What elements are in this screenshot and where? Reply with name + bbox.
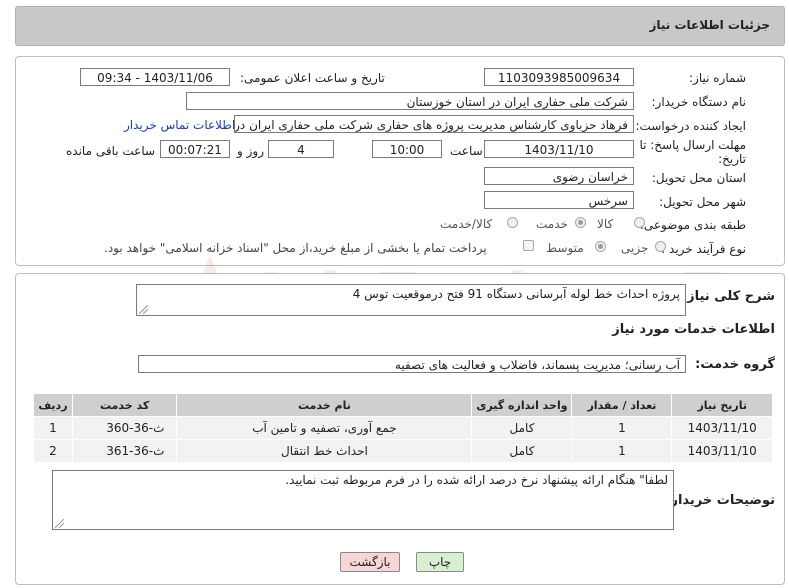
table-header-row: تاریخ نیاز تعداد / مقدار واحد اندازه گیر… <box>33 393 773 417</box>
process-option-minor: جزیی <box>621 241 649 255</box>
services-section-title: اطلاعات خدمات مورد نیاز <box>612 322 775 337</box>
category-option-service: خدمت <box>536 217 568 231</box>
city-field: سرخس <box>484 191 634 209</box>
buyer-org-label: نام دستگاه خریدار: <box>651 95 747 109</box>
col-service-code: کد خدمت <box>71 393 178 417</box>
category-option-goods-service: کالا/خدمت <box>440 217 493 231</box>
announce-datetime-label: تاریخ و ساعت اعلان عمومی: <box>240 71 385 85</box>
deadline-date-field: 1403/11/10 <box>484 140 634 158</box>
cell-service-code: ث-36-361 <box>71 439 178 463</box>
deadline-label-line2: تاریخ: <box>718 152 746 166</box>
col-unit: واحد اندازه گیری <box>471 393 573 417</box>
resize-grip-icon[interactable] <box>55 519 64 528</box>
table-row: 1403/11/10 1 کامل احداث خط انتقال ث-36-3… <box>33 439 773 463</box>
service-group-field: آب رسانی؛ مدیریت پسماند، فاضلاب و فعالیت… <box>138 355 686 373</box>
treasury-checkbox[interactable] <box>523 240 534 251</box>
category-radio-goods-service[interactable] <box>507 217 518 228</box>
category-radio-service[interactable] <box>575 217 586 228</box>
need-number-label: شماره نیاز: <box>689 71 746 85</box>
deadline-time-field: 10:00 <box>372 140 442 158</box>
cell-row: 2 <box>33 439 73 463</box>
deadline-days-field: 4 <box>268 140 334 158</box>
need-number-field: 1103093985009634 <box>484 68 634 86</box>
buyer-notes-text: لطفا" هنگام ارائه پیشنهاد نرخ درصد ارائه… <box>285 473 668 487</box>
deadline-days-label: روز و <box>237 144 264 158</box>
buyer-contact-link[interactable]: اطلاعات تماس خریدار <box>124 118 235 132</box>
cell-service-code: ث-36-360 <box>71 416 178 440</box>
col-row: ردیف <box>33 393 73 417</box>
process-radio-medium[interactable] <box>595 241 606 252</box>
city-label: شهر محل تحویل: <box>659 195 746 209</box>
announce-datetime-field: 1403/11/06 - 09:34 <box>80 68 230 86</box>
buyer-org-field: شرکت ملی حفاری ایران در استان خوزستان <box>186 92 634 110</box>
resize-grip-icon[interactable] <box>139 305 148 314</box>
header-bar: جزئیات اطلاعات نیاز <box>15 6 785 46</box>
service-group-label: گروه خدمت: <box>695 357 775 372</box>
deadline-remaining-label: ساعت باقی مانده <box>66 144 156 158</box>
col-service-name: نام خدمت <box>176 393 473 417</box>
deadline-time-label: ساعت <box>450 144 483 158</box>
province-label: استان محل تحویل: <box>651 171 746 185</box>
category-radio-goods[interactable] <box>634 217 645 228</box>
summary-textarea[interactable]: پروژه احداث خط لوله آبرسانی دستگاه 91 فت… <box>136 284 686 316</box>
cell-service-name: احداث خط انتقال <box>176 439 473 463</box>
deadline-label-line1: مهلت ارسال پاسخ: تا <box>639 138 746 152</box>
province-field: خراسان رضوی <box>484 167 634 185</box>
back-button[interactable]: بازگشت <box>340 552 400 572</box>
col-quantity: تعداد / مقدار <box>571 393 673 417</box>
need-details-panel <box>15 56 785 266</box>
process-option-medium: متوسط <box>546 241 584 255</box>
summary-text: پروژه احداث خط لوله آبرسانی دستگاه 91 فت… <box>352 287 680 301</box>
page-title: جزئیات اطلاعات نیاز <box>649 18 770 32</box>
cell-quantity: 1 <box>571 439 673 463</box>
category-option-goods: کالا <box>597 217 614 231</box>
cell-row: 1 <box>33 416 73 440</box>
cell-service-name: جمع آوری، تصفیه و تامین آب <box>176 416 473 440</box>
cell-need-date: 1403/11/10 <box>671 439 773 463</box>
cell-unit: کامل <box>471 416 573 440</box>
cell-need-date: 1403/11/10 <box>671 416 773 440</box>
requester-field: فرهاد حزباوی کارشناس مدیریت پروژه های حف… <box>234 115 634 133</box>
cell-quantity: 1 <box>571 416 673 440</box>
deadline-remaining-field: 00:07:21 <box>160 140 230 158</box>
buyer-notes-textarea[interactable]: لطفا" هنگام ارائه پیشنهاد نرخ درصد ارائه… <box>52 470 674 530</box>
table-row: 1403/11/10 1 کامل جمع آوری، تصفیه و تامی… <box>33 416 773 440</box>
buyer-notes-label: توضیحات خریدار: <box>665 493 775 508</box>
services-table: تاریخ نیاز تعداد / مقدار واحد اندازه گیر… <box>33 393 773 463</box>
print-button[interactable]: چاپ <box>416 552 464 572</box>
summary-label: شرح کلی نیاز: <box>681 289 775 304</box>
cell-unit: کامل <box>471 439 573 463</box>
col-need-date: تاریخ نیاز <box>671 393 773 417</box>
treasury-note: پرداخت تمام یا بخشی از مبلغ خرید،از محل … <box>104 241 487 255</box>
process-label: نوع فرآیند خرید : <box>661 242 746 256</box>
requester-label: ایجاد کننده درخواست: <box>635 119 746 133</box>
category-label: طبقه بندی موضوعی: <box>639 218 746 232</box>
process-radio-minor[interactable] <box>655 241 666 252</box>
